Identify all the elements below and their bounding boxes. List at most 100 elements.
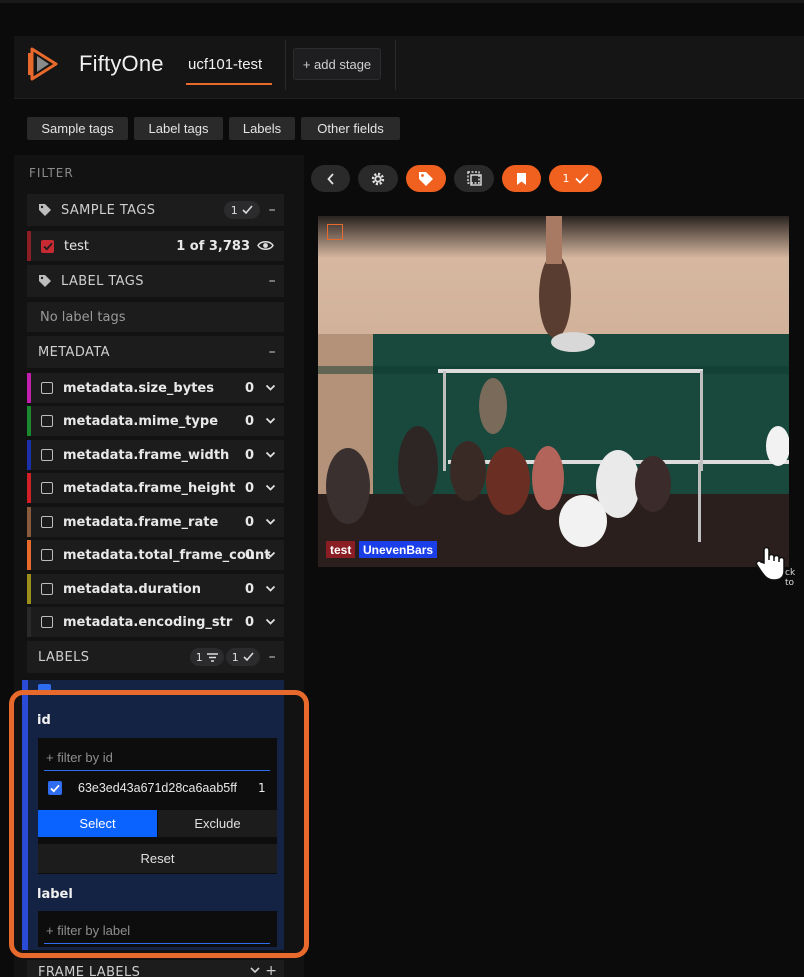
metadata-field-count: 0 [244, 514, 254, 530]
checkbox-icon[interactable] [41, 516, 53, 528]
sample-tags-selected-count: 1 [230, 203, 239, 217]
chevron-down-icon[interactable] [250, 967, 260, 974]
metadata-field-row[interactable]: metadata.frame_height 0 [27, 473, 284, 503]
filter-icon [207, 652, 219, 662]
filter-title: FILTER [29, 166, 74, 180]
check-icon [574, 173, 589, 184]
patches-button[interactable] [454, 165, 494, 192]
metadata-field-label: metadata.size_bytes [63, 380, 214, 396]
label-tags-header[interactable]: LABEL TAGS – [27, 265, 284, 297]
metadata-field-label: metadata.frame_rate [63, 514, 219, 530]
tab-label-tags[interactable]: Label tags [134, 117, 223, 140]
metadata-field-count: 0 [244, 547, 254, 563]
chevron-down-icon[interactable] [265, 616, 276, 627]
tooltip-text: ck to [785, 568, 796, 588]
selected-samples-button[interactable]: 1 [549, 165, 602, 192]
metadata-field-row[interactable]: metadata.encoding_str 0 [27, 607, 284, 637]
tab-labels[interactable]: Labels [229, 117, 295, 140]
checkbox-icon[interactable] [41, 449, 53, 461]
sample-thumbnail[interactable] [318, 216, 789, 567]
checkbox-icon[interactable] [41, 583, 53, 595]
collapse-icon[interactable]: – [269, 649, 276, 665]
tab-other-fields[interactable]: Other fields [301, 117, 400, 140]
dataset-underline [186, 83, 272, 85]
bookmark-icon [517, 172, 526, 185]
metadata-field-count: 0 [244, 380, 254, 396]
checkbox-checked-icon[interactable] [41, 239, 54, 253]
chevron-left-icon [326, 172, 334, 185]
no-label-tags-text: No label tags [40, 309, 126, 325]
metadata-field-label: metadata.encoding_str [63, 614, 233, 630]
chevron-down-icon[interactable] [265, 449, 276, 460]
fiftyone-logo-icon[interactable] [26, 45, 64, 83]
checkbox-icon[interactable] [41, 549, 53, 561]
top-strip [0, 0, 804, 3]
chevron-down-icon[interactable] [265, 583, 276, 594]
metadata-field-row[interactable]: metadata.size_bytes 0 [27, 373, 284, 403]
checkbox-icon[interactable] [41, 482, 53, 494]
metadata-header[interactable]: METADATA – [27, 336, 284, 368]
labels-selected-count: 1 [231, 650, 240, 664]
chevron-down-icon[interactable] [265, 516, 276, 527]
collapse-icon[interactable]: – [269, 344, 276, 360]
metadata-field-row[interactable]: metadata.mime_type 0 [27, 406, 284, 436]
patches-icon [466, 171, 482, 186]
header-divider [285, 40, 286, 90]
metadata-field-label: metadata.total_frame_count [63, 547, 271, 563]
labels-title: LABELS [38, 649, 90, 665]
checkbox-icon[interactable] [41, 616, 53, 628]
collapse-icon[interactable]: – [269, 273, 276, 289]
tab-sample-tags[interactable]: Sample tags [27, 117, 128, 140]
eye-icon[interactable] [257, 239, 274, 252]
back-button[interactable] [311, 165, 350, 192]
chevron-down-icon[interactable] [265, 382, 276, 393]
label-tags-title: LABEL TAGS [61, 273, 144, 289]
metadata-field-label: metadata.frame_width [63, 447, 230, 463]
check-icon [243, 652, 254, 662]
sample-tag-item-test[interactable]: test 1 of 3,783 [27, 231, 284, 261]
tag-icon [39, 275, 51, 287]
add-stage-button[interactable]: + add stage [293, 48, 381, 80]
label-badge: UnevenBars [359, 541, 438, 558]
tag-icon [419, 171, 433, 186]
highlight-frame [9, 690, 309, 958]
tag-button[interactable] [406, 165, 446, 192]
metadata-field-count: 0 [244, 413, 254, 429]
sample-tags-header[interactable]: SAMPLE TAGS 1 – [27, 194, 284, 226]
sample-tags-title: SAMPLE TAGS [61, 202, 156, 218]
checkbox-icon[interactable] [41, 382, 53, 394]
plus-icon[interactable]: + [265, 963, 277, 977]
metadata-field-count: 0 [244, 447, 254, 463]
selected-samples-count: 1 [562, 172, 570, 185]
metadata-field-label: metadata.mime_type [63, 413, 219, 429]
tag-icon [39, 204, 51, 216]
metadata-title: METADATA [38, 344, 110, 360]
metadata-field-row[interactable]: metadata.duration 0 [27, 574, 284, 604]
chevron-down-icon[interactable] [265, 482, 276, 493]
metadata-field-row[interactable]: metadata.total_frame_count 0 [27, 540, 284, 570]
bookmark-button[interactable] [502, 165, 541, 192]
metadata-field-label: metadata.duration [63, 581, 201, 597]
sample-select-checkbox-icon[interactable] [327, 224, 343, 240]
metadata-field-row[interactable]: metadata.frame_rate 0 [27, 507, 284, 537]
labels-filter-pill[interactable]: 1 [190, 648, 224, 666]
chevron-down-icon[interactable] [265, 415, 276, 426]
collapse-icon[interactable]: – [269, 202, 276, 218]
check-icon [242, 205, 253, 215]
app-title[interactable]: FiftyOne [79, 51, 164, 77]
checkbox-icon[interactable] [41, 415, 53, 427]
labels-selected-pill[interactable]: 1 [226, 648, 260, 666]
metadata-field-count: 0 [244, 480, 254, 496]
labels-header[interactable]: LABELS 1 1 – [27, 641, 284, 673]
frame-labels-header[interactable]: FRAME LABELS + [27, 960, 284, 977]
dataset-selector[interactable]: ucf101-test [188, 56, 262, 73]
view-bar[interactable] [395, 40, 804, 90]
sample-tag-badge: test [326, 541, 356, 558]
sample-tags-selected-pill[interactable]: 1 [224, 201, 260, 219]
settings-button[interactable] [358, 165, 398, 192]
sample-image [318, 216, 789, 567]
metadata-field-row[interactable]: metadata.frame_width 0 [27, 440, 284, 470]
label-tags-empty: No label tags [27, 302, 284, 332]
sample-tag-count: 1 of 3,783 [176, 238, 250, 254]
chevron-down-icon[interactable] [265, 549, 276, 560]
